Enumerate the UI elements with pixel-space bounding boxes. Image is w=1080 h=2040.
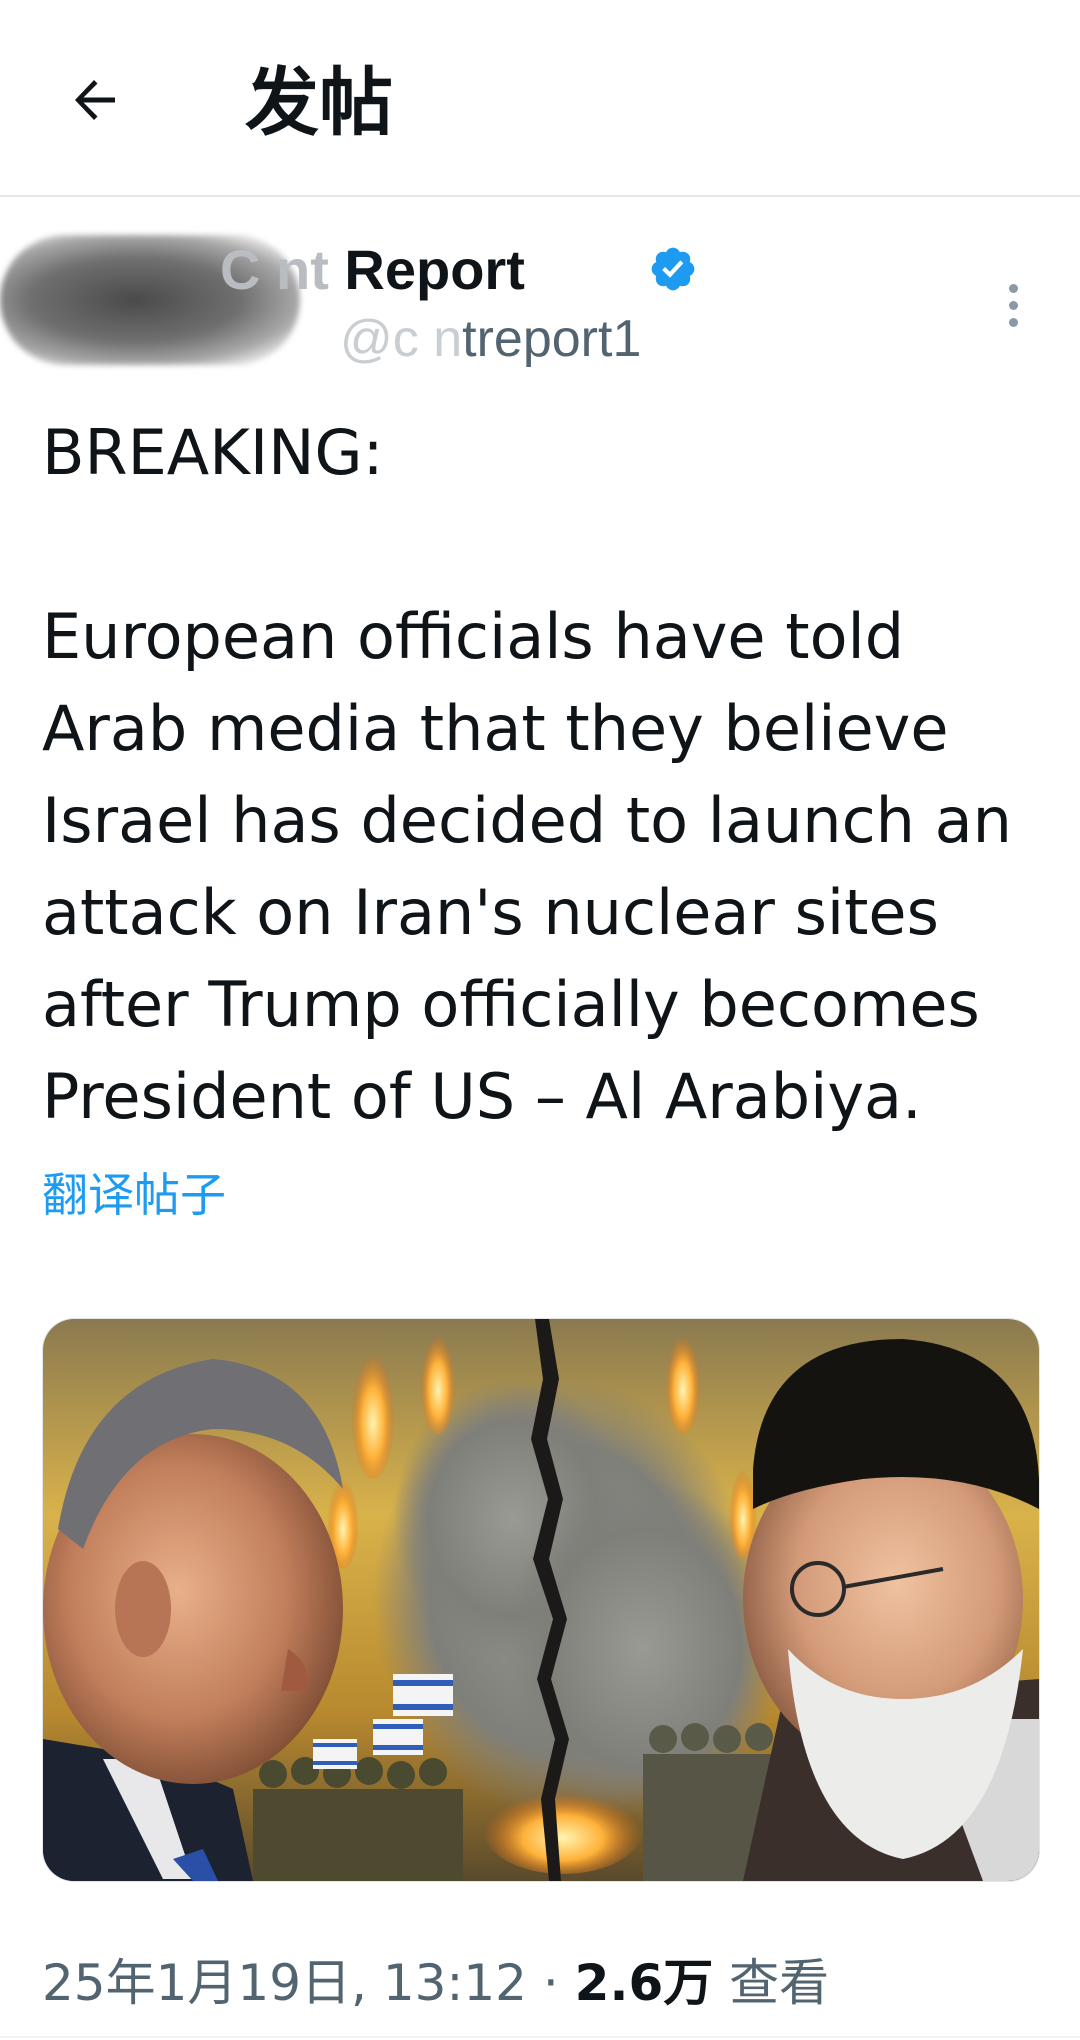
arrow-left-icon — [75, 80, 115, 120]
more-vertical-icon-dot — [1008, 300, 1018, 310]
author-handle[interactable]: @c ntreport1 — [340, 308, 641, 370]
post-meta: 25年1月19日, 13:12 · 2.6万 查看 — [42, 1950, 829, 2016]
author-handle-obscured: @c n — [340, 310, 463, 368]
more-vertical-icon-dot — [1008, 317, 1018, 327]
views-label: 查看 — [729, 1954, 830, 2012]
top-app-bar: 发帖 — [0, 0, 1080, 197]
author-handle-visible: treport1 — [462, 310, 642, 368]
meta-separator: · — [542, 1954, 559, 2012]
author-name[interactable]: C nt Report — [220, 235, 525, 305]
post-text: BREAKING: European officials have told A… — [42, 416, 1012, 1133]
author-name-visible: Report — [344, 238, 525, 301]
divider — [0, 2036, 1080, 2038]
verified-badge-icon — [651, 247, 695, 291]
more-options-button[interactable] — [985, 265, 1041, 345]
post-image-illustration — [43, 1319, 1039, 1881]
author-name-obscured: C nt — [220, 238, 345, 301]
post-image[interactable] — [42, 1318, 1040, 1882]
back-button[interactable] — [55, 60, 135, 140]
post-author: C nt Report @c ntreport1 — [0, 220, 1080, 380]
views-count: 2.6万 — [574, 1954, 714, 2012]
translate-post-link[interactable]: 翻译帖子 — [42, 1165, 226, 1225]
more-vertical-icon — [1008, 283, 1018, 293]
post-timestamp[interactable]: 25年1月19日, 13:12 — [42, 1954, 527, 2012]
page-title: 发帖 — [245, 60, 393, 146]
